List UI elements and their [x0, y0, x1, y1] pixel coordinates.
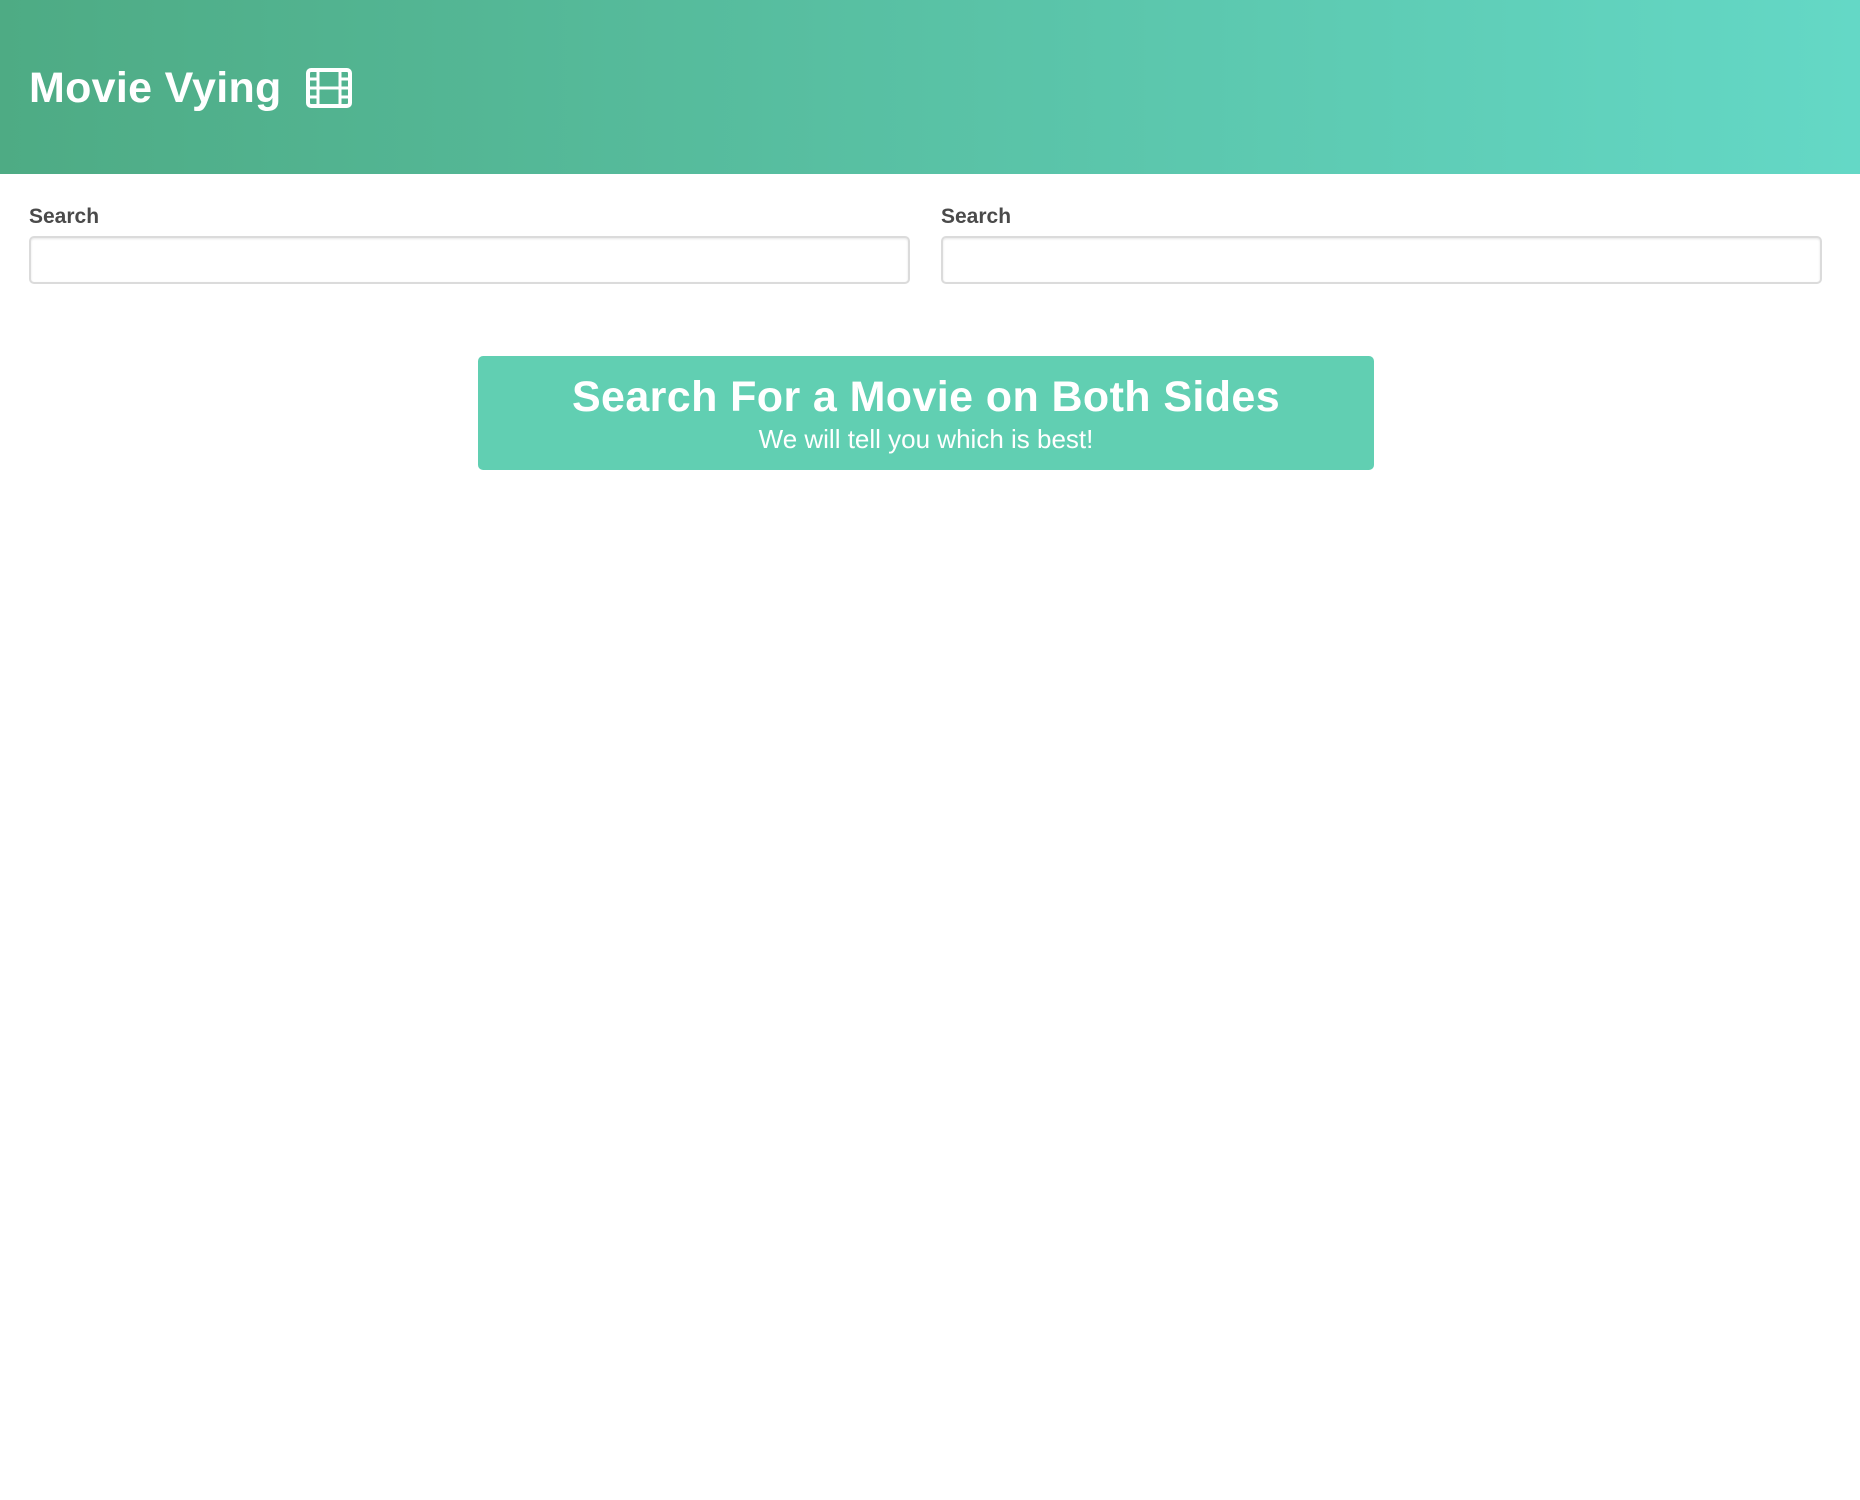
header-banner: Movie Vying	[0, 0, 1860, 174]
search-label-right: Search	[941, 205, 1012, 228]
search-input-right[interactable]	[941, 236, 1822, 284]
search-prompt-subtitle: We will tell you which is best!	[758, 424, 1094, 454]
search-input-left[interactable]	[29, 236, 910, 284]
search-field-right: Search	[941, 204, 1822, 284]
app-title-text: Movie Vying	[29, 64, 282, 112]
app-title: Movie Vying	[29, 62, 352, 114]
search-prompt-banner: Search For a Movie on Both Sides We will…	[478, 356, 1374, 470]
search-field-left: Search	[29, 204, 910, 284]
film-icon	[305, 68, 352, 108]
search-label-left: Search	[29, 205, 100, 228]
search-prompt-title: Search For a Movie on Both Sides	[571, 373, 1281, 421]
